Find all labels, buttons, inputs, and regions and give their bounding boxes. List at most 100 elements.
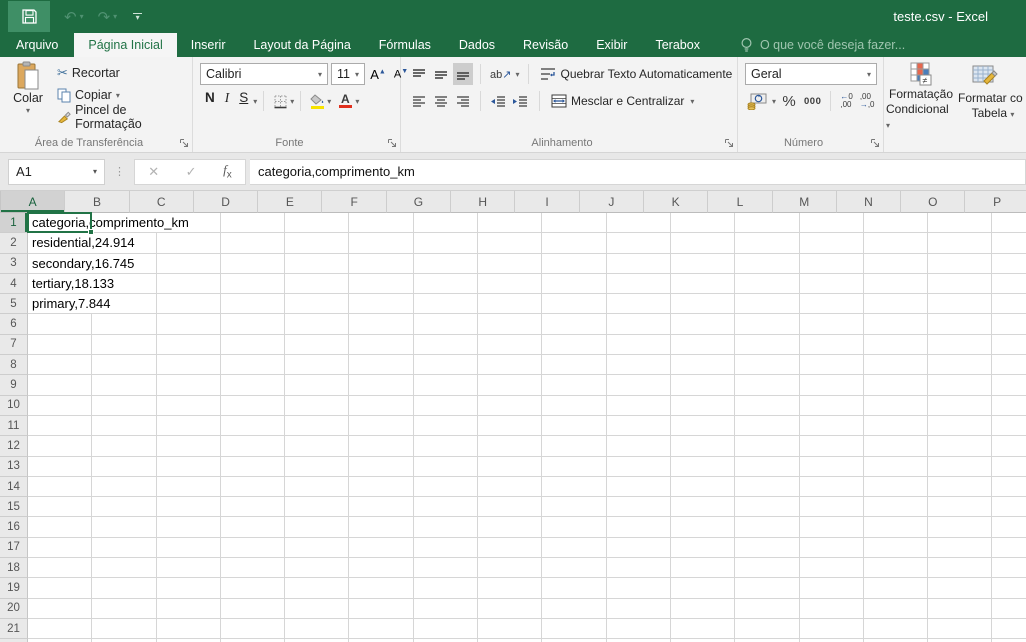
cell-F19[interactable]: [349, 578, 414, 599]
number-dialog-launcher[interactable]: [870, 138, 880, 148]
font-dialog-launcher[interactable]: [387, 138, 397, 148]
cell-P13[interactable]: [992, 456, 1026, 477]
cell-G11[interactable]: [413, 415, 479, 437]
tell-me-search[interactable]: O que você deseja fazer...: [740, 33, 905, 57]
cell-D18[interactable]: [220, 558, 286, 579]
column-header-J[interactable]: J: [579, 191, 644, 213]
borders-dropdown[interactable]: ▾: [290, 97, 294, 106]
cell-E7[interactable]: [285, 334, 350, 356]
cell-E12[interactable]: [285, 436, 350, 457]
cell-N14[interactable]: [863, 476, 929, 498]
customize-quick-access-button[interactable]: ▾: [133, 13, 143, 22]
cell-O5[interactable]: [928, 294, 993, 315]
cell-M6[interactable]: [799, 314, 864, 335]
column-header-A[interactable]: A: [1, 191, 66, 213]
row-header-13[interactable]: 13: [0, 456, 28, 477]
cell-L4[interactable]: [735, 273, 800, 295]
column-header-G[interactable]: G: [386, 191, 452, 213]
cell-G16[interactable]: [413, 517, 479, 538]
fill-handle[interactable]: [88, 229, 95, 236]
cell-B20[interactable]: [92, 598, 157, 619]
cell-C3[interactable]: [156, 253, 221, 274]
cell-B10[interactable]: [92, 395, 157, 416]
increase-decimal-button[interactable]: ←0,00: [838, 93, 854, 109]
cell-D1[interactable]: [220, 213, 286, 234]
cell-K7[interactable]: [670, 334, 736, 356]
merge-center-button[interactable]: Mesclar e Centralizar ▾: [549, 90, 696, 112]
cell-N1[interactable]: [863, 213, 929, 234]
underline-dropdown[interactable]: ▾: [253, 97, 257, 106]
row-header-2[interactable]: 2: [0, 233, 28, 254]
cell-F12[interactable]: [349, 436, 414, 457]
row-header-1[interactable]: 1: [0, 213, 28, 234]
cell-E1[interactable]: [285, 213, 350, 234]
cell-G10[interactable]: [413, 395, 479, 416]
cell-D7[interactable]: [220, 334, 286, 356]
cell-P2[interactable]: [992, 233, 1026, 254]
cell-C17[interactable]: [156, 537, 221, 559]
cell-A12[interactable]: [28, 436, 93, 457]
cell-N4[interactable]: [863, 273, 929, 295]
cell-B15[interactable]: [92, 497, 157, 518]
tab-f-rmulas[interactable]: Fórmulas: [365, 33, 445, 57]
cell-K15[interactable]: [670, 497, 736, 518]
cell-B18[interactable]: [92, 558, 157, 579]
column-header-I[interactable]: I: [515, 191, 580, 213]
cell-L3[interactable]: [735, 253, 800, 274]
cell-E3[interactable]: [285, 253, 350, 274]
font-size-combo[interactable]: 11 ▾: [331, 63, 365, 85]
cell-K17[interactable]: [670, 537, 736, 559]
cell-B8[interactable]: [92, 355, 157, 376]
column-header-B[interactable]: B: [65, 191, 130, 213]
cell-P9[interactable]: [992, 375, 1026, 396]
tab-inserir[interactable]: Inserir: [177, 33, 240, 57]
align-center-button[interactable]: [431, 90, 451, 112]
row-header-11[interactable]: 11: [0, 415, 28, 437]
column-header-H[interactable]: H: [451, 191, 516, 213]
row-header-8[interactable]: 8: [0, 355, 28, 376]
cell-N3[interactable]: [863, 253, 929, 274]
cell-H18[interactable]: [478, 558, 543, 579]
cell-A18[interactable]: [28, 558, 93, 579]
cell-D3[interactable]: [220, 253, 286, 274]
cell-L1[interactable]: [735, 213, 800, 234]
cell-G5[interactable]: [413, 294, 479, 315]
cell-J12[interactable]: [606, 436, 671, 457]
cell-F16[interactable]: [349, 517, 414, 538]
cell-B9[interactable]: [92, 375, 157, 396]
cell-N12[interactable]: [863, 436, 929, 457]
cell-O8[interactable]: [928, 355, 993, 376]
cell-I6[interactable]: [542, 314, 607, 335]
cell-E17[interactable]: [285, 537, 350, 559]
cell-K1[interactable]: [670, 213, 736, 234]
cell-K11[interactable]: [670, 415, 736, 437]
cell-O13[interactable]: [928, 456, 993, 477]
cell-F15[interactable]: [349, 497, 414, 518]
cell-O19[interactable]: [928, 578, 993, 599]
cell-L10[interactable]: [735, 395, 800, 416]
cell-C11[interactable]: [156, 415, 221, 437]
column-header-F[interactable]: F: [322, 191, 387, 213]
cell-H3[interactable]: [478, 253, 543, 274]
column-header-O[interactable]: O: [901, 191, 966, 213]
tab-revis-o[interactable]: Revisão: [509, 33, 582, 57]
cell-B6[interactable]: [92, 314, 157, 335]
cell-J15[interactable]: [606, 497, 671, 518]
column-header-L[interactable]: L: [708, 191, 773, 213]
cell-F5[interactable]: [349, 294, 414, 315]
column-header-N[interactable]: N: [836, 191, 902, 213]
cell-C8[interactable]: [156, 355, 221, 376]
cell-J13[interactable]: [606, 456, 671, 477]
font-name-combo[interactable]: Calibri ▾: [200, 63, 328, 85]
cell-K21[interactable]: [670, 618, 736, 640]
tab-exibir[interactable]: Exibir: [582, 33, 641, 57]
column-header-D[interactable]: D: [193, 191, 259, 213]
cell-A13[interactable]: [28, 456, 93, 477]
cell-I2[interactable]: [542, 233, 607, 254]
cell-G12[interactable]: [413, 436, 479, 457]
cell-H16[interactable]: [478, 517, 543, 538]
cell-A20[interactable]: [28, 598, 93, 619]
cell-A7[interactable]: [28, 334, 93, 356]
format-painter-button[interactable]: Pincel de Formatação: [54, 103, 192, 131]
cell-K10[interactable]: [670, 395, 736, 416]
